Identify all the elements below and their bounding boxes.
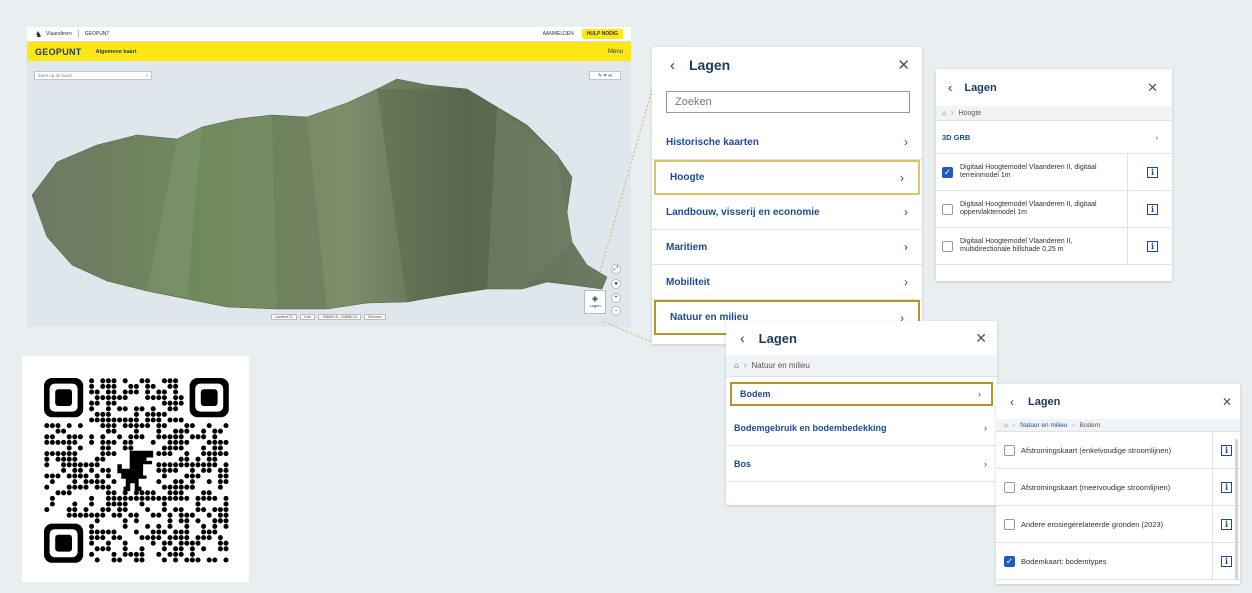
chevron-right-icon: › — [1155, 132, 1159, 142]
panel-title: Lagen — [758, 330, 797, 346]
lagen-panel-root: ‹ Lagen ✕ Zoeken Historische kaarten › H… — [652, 47, 922, 344]
breadcrumb: ⌂ › Hoogte — [936, 106, 1172, 121]
chevron-right-icon: › — [984, 458, 987, 469]
chevron-right-icon: › — [904, 205, 908, 219]
breadcrumb: ⌂ › Natuur en milieu › Bodem — [996, 419, 1240, 432]
chevron-right-icon: › — [978, 389, 981, 399]
lagen-map-button[interactable]: ◈ Lagen — [584, 290, 606, 314]
breadcrumb-item: Natuur en milieu — [751, 361, 810, 370]
panel-header: ‹ Lagen ✕ — [936, 69, 1172, 106]
panel-header: ‹ Lagen ✕ — [996, 384, 1240, 419]
scrollbar[interactable] — [1235, 439, 1238, 579]
layer-item: Afstromingskaart (meervoudige stroomlijn… — [996, 469, 1240, 506]
info-icon[interactable]: i — [1221, 518, 1232, 530]
category-historische-kaarten[interactable]: Historische kaarten › — [652, 125, 922, 160]
geopunt-app-screenshot: ♞ Vlaanderen GEOPUNT AANMELDEN HULP NODI… — [27, 27, 631, 327]
category-bos[interactable]: Bos › — [726, 446, 997, 482]
layer-item: Afstromingskaart (enkelvoudige stroomlij… — [996, 432, 1240, 469]
breadcrumb-item: Hoogte — [958, 109, 982, 117]
search-icon: ⌕ — [145, 73, 148, 78]
layer-checkbox[interactable] — [942, 240, 953, 252]
close-icon[interactable]: ✕ — [897, 56, 910, 74]
back-chevron-icon[interactable]: ‹ — [670, 57, 675, 74]
layer-item: Digitaal Hoogtemodel Vlaanderen II, mult… — [936, 228, 1172, 265]
qr-code-image — [44, 378, 229, 563]
breadcrumb-item: Bodem — [1079, 421, 1101, 429]
panel-header: ‹ Lagen ✕ — [726, 321, 997, 355]
home-icon[interactable]: ⌂ — [734, 361, 739, 370]
home-icon[interactable]: ⌂ — [942, 110, 946, 117]
category-landbouw[interactable]: Landbouw, visserij en economie › — [652, 195, 922, 230]
info-icon[interactable]: i — [1221, 481, 1232, 493]
category-bodem[interactable]: Bodem › — [730, 382, 993, 406]
chevron-right-icon: › — [904, 240, 908, 254]
info-icon[interactable]: i — [1147, 166, 1158, 178]
close-icon[interactable]: ✕ — [1222, 395, 1232, 409]
lagen-panel-bodem: ‹ Lagen ✕ ⌂ › Natuur en milieu › Bodem A… — [996, 384, 1240, 584]
layers-icon: ◈ — [591, 294, 599, 303]
zoom-out-icon[interactable]: − — [611, 306, 621, 316]
lagen-search-input[interactable]: Zoeken — [666, 91, 910, 113]
chevron-right-icon: › — [904, 135, 908, 149]
panel-title: Lagen — [1028, 395, 1061, 408]
scale-item: Bronnen — [364, 314, 386, 320]
check-icon: ✓ — [1005, 555, 1014, 566]
category-hoogte[interactable]: Hoogte › — [654, 160, 920, 195]
breadcrumb: ⌂ › Natuur en milieu — [726, 355, 997, 377]
scale-item: 208660.31, 208660.91 — [318, 314, 362, 320]
close-icon[interactable]: ✕ — [1147, 80, 1158, 96]
home-icon[interactable]: ⌂ — [1004, 422, 1008, 429]
info-icon[interactable]: i — [1147, 240, 1158, 252]
back-chevron-icon[interactable]: ‹ — [740, 330, 745, 346]
back-chevron-icon[interactable]: ‹ — [1010, 395, 1014, 409]
layer-checkbox[interactable] — [1004, 518, 1015, 530]
map-tools[interactable]: ✎ ⌗ ⊲ — [589, 71, 621, 80]
layer-checkbox[interactable]: ✓ — [1004, 555, 1015, 567]
category-maritiem[interactable]: Maritiem › — [652, 230, 922, 265]
panel-header: ‹ Lagen ✕ — [652, 47, 922, 83]
close-icon[interactable]: ✕ — [975, 330, 987, 347]
layer-checkbox[interactable]: ✓ — [942, 166, 953, 178]
category-mobiliteit[interactable]: Mobiliteit › — [652, 265, 922, 300]
qr-code — [22, 356, 249, 582]
layer-item: Digitaal Hoogtemodel Vlaanderen II, digi… — [936, 191, 1172, 228]
locate-icon[interactable]: ● — [611, 279, 621, 289]
scalebar: Lambert 72 0 km 208660.31, 208660.91 Bro… — [271, 314, 386, 320]
dino-icon — [117, 450, 154, 492]
chevron-right-icon: › — [900, 170, 904, 185]
panel-title: Lagen — [964, 81, 997, 94]
info-icon[interactable]: i — [1147, 203, 1158, 215]
check-icon: ✓ — [943, 167, 952, 177]
layer-checkbox[interactable] — [1004, 481, 1015, 493]
back-chevron-icon[interactable]: ‹ — [948, 80, 952, 95]
layer-item: Andere erosiegerelateerde gronden (2023)… — [996, 506, 1240, 543]
lagen-panel-natuur-en-milieu: ‹ Lagen ✕ ⌂ › Natuur en milieu Bodem › B… — [726, 321, 997, 505]
chevron-right-icon: › — [904, 275, 908, 289]
layer-item: ✓ Digitaal Hoogtemodel Vlaanderen II, di… — [936, 154, 1172, 191]
layer-checkbox[interactable] — [942, 203, 953, 215]
chevron-right-icon: › — [984, 422, 987, 433]
category-3d-grb[interactable]: 3D GRB › — [936, 121, 1172, 154]
panel-title: Lagen — [689, 57, 731, 73]
map-search-input[interactable]: Zoek op de kaart ⌕ — [34, 71, 152, 80]
scale-item: 0 km — [299, 314, 316, 320]
fullscreen-icon[interactable]: ⤢ — [611, 264, 621, 274]
info-icon[interactable]: i — [1221, 555, 1232, 567]
scale-item: Lambert 72 — [271, 314, 297, 320]
lagen-panel-hoogte: ‹ Lagen ✕ ⌂ › Hoogte 3D GRB › ✓ Digitaal… — [936, 69, 1172, 281]
layer-item: ✓ Bodemkaart: bodemtypes i — [996, 543, 1240, 580]
zoom-in-icon[interactable]: + — [611, 293, 621, 303]
info-icon[interactable]: i — [1221, 444, 1232, 456]
layer-checkbox[interactable] — [1004, 444, 1015, 456]
breadcrumb-item[interactable]: Natuur en milieu — [1020, 422, 1067, 429]
category-bodemgebruik[interactable]: Bodemgebruik en bodembedekking › — [726, 410, 997, 446]
